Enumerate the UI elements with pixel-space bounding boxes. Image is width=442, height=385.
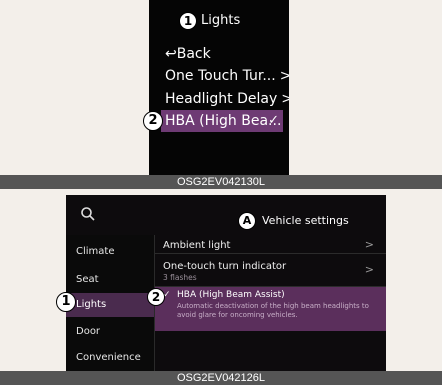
chevron-right-icon: >	[281, 91, 289, 107]
setting-row-hba[interactable]: ✓ HBA (High Beam Assist) Automatic deact…	[155, 287, 386, 331]
callout-a: A	[238, 212, 256, 230]
settings-title: Vehicle settings	[262, 214, 349, 227]
callout-2-bottom: 2	[147, 288, 165, 306]
chevron-right-icon: >	[364, 263, 374, 276]
menu-item-headlight-delay[interactable]: Headlight Delay >	[165, 90, 289, 108]
menu-item-label: One Touch Tur...	[165, 68, 276, 84]
vehicle-settings-screen: A Vehicle settings Climate Seat Lights D…	[66, 195, 386, 371]
sidebar-item-lights[interactable]: Lights	[76, 298, 106, 312]
chevron-right-icon: >	[279, 68, 289, 84]
callout-1: 1	[179, 12, 197, 30]
chevron-right-icon: >	[364, 238, 374, 251]
setting-row-ambient-light[interactable]: Ambient light >	[155, 235, 386, 254]
setting-description: Automatic deactivation of the high beam …	[177, 302, 369, 319]
search-icon[interactable]	[80, 206, 96, 222]
menu-item-hba[interactable]: HBA (High Bea... ✓	[149, 110, 289, 132]
setting-label: Ambient light	[163, 240, 231, 251]
setting-label: One-touch turn indicator	[163, 261, 287, 272]
return-arrow-icon: ↩	[165, 46, 177, 62]
callout-1-bottom: 1	[56, 292, 76, 312]
figure-caption-bottom: OSG2EV042126L	[0, 371, 442, 385]
back-label: Back	[176, 46, 211, 62]
menu-item-label: HBA (High Bea...	[165, 113, 282, 129]
sidebar-item-convenience[interactable]: Convenience	[76, 351, 141, 365]
menu-item-one-touch[interactable]: One Touch Tur... >	[165, 67, 289, 85]
setting-value: 3 flashes	[163, 273, 197, 282]
settings-sidebar: Climate Seat Lights Door Convenience	[66, 235, 155, 371]
setting-row-one-touch[interactable]: One-touch turn indicator 3 flashes >	[155, 254, 386, 287]
cluster-display: 1 Lights ↩Back One Touch Tur... > Headlig…	[149, 0, 289, 175]
figure-caption-top: OSG2EV042130L	[0, 175, 442, 189]
menu-header: 1 Lights	[149, 10, 289, 34]
back-button[interactable]: ↩Back	[165, 45, 211, 63]
check-icon: ✓	[268, 113, 279, 128]
callout-2: 2	[143, 111, 163, 131]
settings-content: Ambient light > One-touch turn indicator…	[155, 235, 386, 371]
settings-header: A Vehicle settings	[66, 195, 386, 235]
menu-item-label: Headlight Delay	[165, 91, 278, 107]
sidebar-item-seat[interactable]: Seat	[76, 273, 99, 287]
menu-title: Lights	[201, 13, 241, 28]
sidebar-item-door[interactable]: Door	[76, 325, 100, 339]
sidebar-item-climate[interactable]: Climate	[76, 245, 114, 259]
setting-label: HBA (High Beam Assist)	[177, 290, 285, 300]
